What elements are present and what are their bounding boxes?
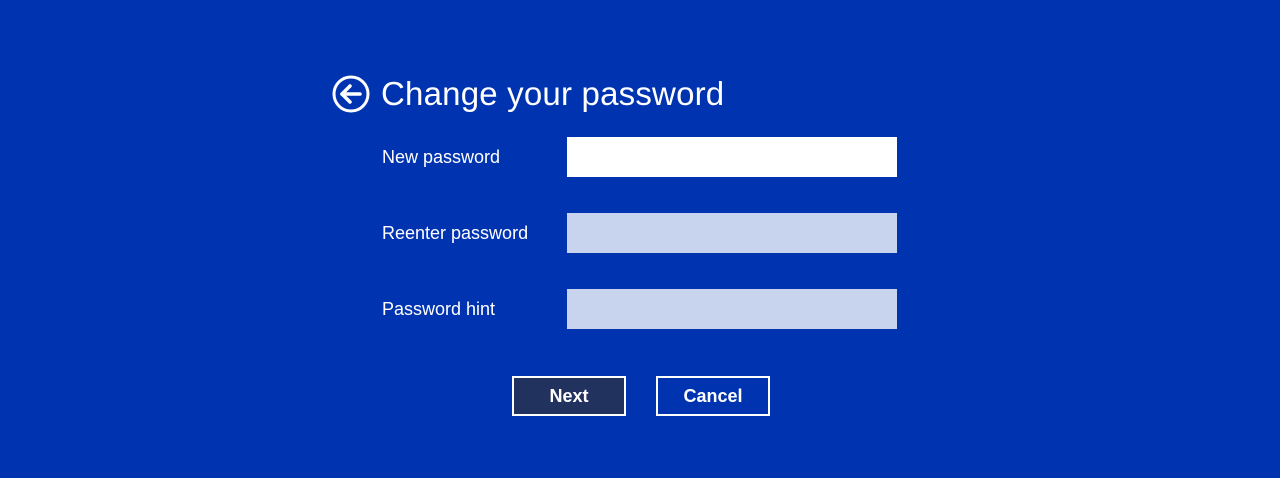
password-hint-input[interactable] <box>567 289 897 329</box>
cancel-button[interactable]: Cancel <box>656 376 770 416</box>
back-button[interactable] <box>331 74 371 114</box>
new-password-input[interactable] <box>567 137 897 177</box>
password-hint-label: Password hint <box>382 299 496 319</box>
back-arrow-circle-icon <box>332 75 370 113</box>
reenter-password-input[interactable] <box>567 213 897 253</box>
header: Change your password <box>331 72 724 116</box>
new-password-label: New password <box>382 147 501 167</box>
page-title: Change your password <box>381 75 725 112</box>
reenter-password-row: Reenter password <box>382 213 898 253</box>
reenter-password-label: Reenter password <box>382 223 529 243</box>
new-password-row: New password <box>382 137 898 177</box>
next-button[interactable]: Next <box>512 376 626 416</box>
password-hint-row: Password hint <box>382 289 898 329</box>
